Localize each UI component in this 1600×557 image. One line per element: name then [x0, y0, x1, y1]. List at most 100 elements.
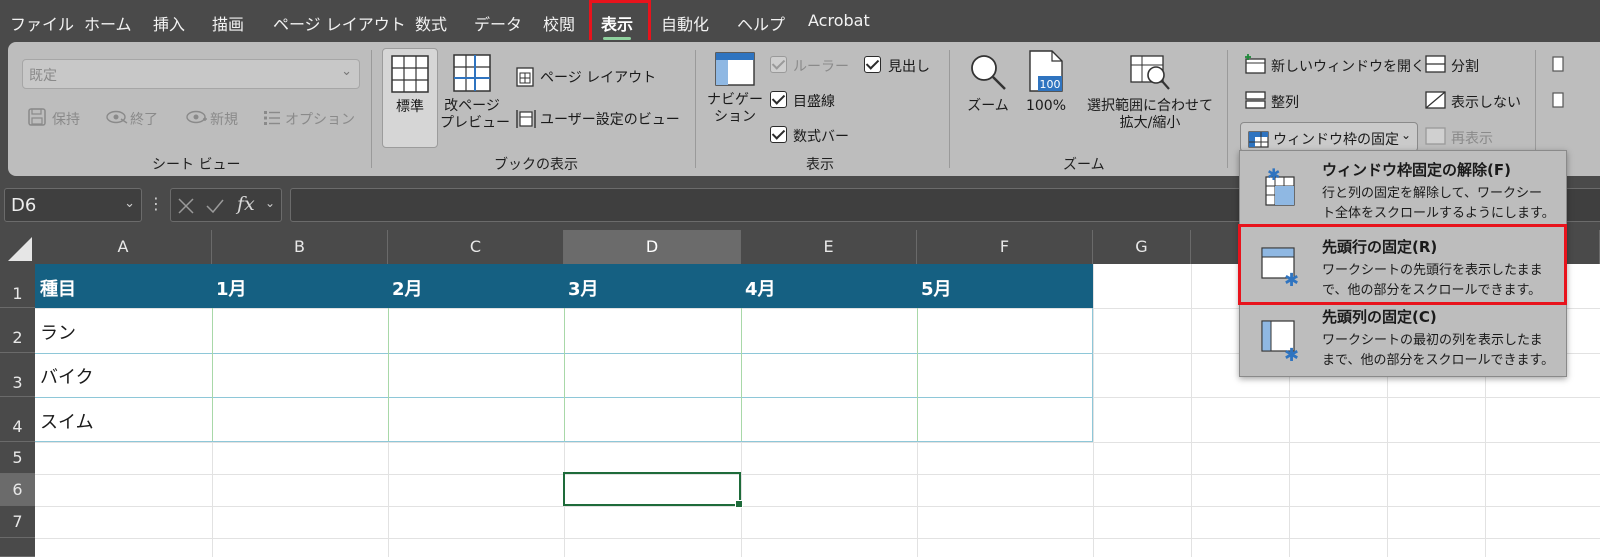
- more-options-icon[interactable]: ⋮: [148, 194, 164, 213]
- table-header-cell[interactable]: 4月: [745, 275, 776, 301]
- table-header-cell[interactable]: 1月: [216, 275, 247, 301]
- tab-insert[interactable]: 挿入: [153, 11, 185, 35]
- tab-view[interactable]: 表示: [601, 11, 633, 40]
- formula-controls: fx ⌄: [170, 188, 282, 222]
- gridlines-checkbox[interactable]: [770, 91, 787, 108]
- sheet-view-new[interactable]: 新規: [210, 109, 238, 129]
- options-list-icon: [264, 111, 280, 125]
- enter-check-icon[interactable]: [205, 197, 225, 215]
- menu-item-unfreeze-panes[interactable]: ✱ ウィンドウ枠固定の解除(F) 行と列の固定を解除して、ワークシー ト全体をス…: [1240, 151, 1566, 225]
- table-header-cell[interactable]: 5月: [921, 275, 952, 301]
- column-header-b[interactable]: B: [212, 230, 388, 264]
- unhide-window-icon: [1425, 127, 1446, 145]
- row-header-3[interactable]: 3: [0, 353, 35, 397]
- freeze-panes-menu: ✱ ウィンドウ枠固定の解除(F) 行と列の固定を解除して、ワークシー ト全体をス…: [1239, 150, 1567, 377]
- ruler-checkbox[interactable]: [770, 56, 787, 73]
- sheet-view-select[interactable]: 既定 ⌄: [22, 59, 360, 89]
- custom-views-button[interactable]: ユーザー設定のビュー: [540, 109, 680, 129]
- tab-formulas[interactable]: 数式: [415, 11, 447, 35]
- column-header-d[interactable]: D: [564, 230, 741, 264]
- row-header-7[interactable]: 7: [0, 506, 35, 538]
- cancel-icon[interactable]: [177, 197, 195, 215]
- zoom-to-selection-button[interactable]: 選択範囲に合わせて 拡大/縮小: [1080, 52, 1220, 148]
- column-header-g[interactable]: G: [1093, 230, 1191, 264]
- tab-acrobat[interactable]: Acrobat: [808, 11, 870, 30]
- gridline: [35, 506, 1600, 507]
- table-header-cell[interactable]: 種目: [40, 275, 76, 301]
- unhide-window-button[interactable]: 再表示: [1451, 128, 1493, 148]
- table-cell[interactable]: ラン: [40, 319, 76, 345]
- svg-text:✱: ✱: [1284, 345, 1299, 361]
- navigation-label-1: ナビゲー: [707, 91, 763, 108]
- sheet-view-exit[interactable]: 終了: [130, 109, 158, 129]
- sheet-view-keep[interactable]: 保持: [52, 109, 80, 129]
- table-border: [388, 308, 389, 441]
- table-header-cell[interactable]: 3月: [568, 275, 599, 301]
- table-header-cell[interactable]: 2月: [392, 275, 423, 301]
- page-break-preview-button[interactable]: 改ページ プレビュー: [440, 48, 510, 148]
- normal-view-button[interactable]: 標準: [382, 48, 438, 148]
- navigation-pane-icon: [715, 52, 755, 86]
- row-header-6[interactable]: 6: [0, 474, 35, 506]
- hide-window-icon: [1425, 91, 1446, 109]
- tab-automate[interactable]: 自動化: [661, 11, 709, 35]
- unfreeze-panes-desc: 行と列の固定を解除して、ワークシー: [1322, 186, 1542, 201]
- new-view-icon: [186, 110, 207, 124]
- zoom-button[interactable]: ズーム: [960, 52, 1016, 132]
- name-box-value: D6: [11, 195, 37, 216]
- table-cell[interactable]: バイク: [40, 363, 94, 389]
- table-border: [1092, 308, 1093, 441]
- unfreeze-panes-desc: ト全体をスクロールするようにします。: [1322, 206, 1555, 221]
- row-header-2[interactable]: 2: [0, 308, 35, 353]
- custom-views-icon: [516, 110, 536, 128]
- group-separator: [371, 50, 372, 168]
- tab-help[interactable]: ヘルプ: [737, 11, 785, 35]
- formula-bar-checkbox[interactable]: [770, 126, 787, 143]
- tab-review[interactable]: 校閲: [543, 11, 575, 35]
- chevron-down-icon: ⌄: [124, 196, 135, 211]
- chevron-down-icon: ⌄: [341, 64, 352, 79]
- select-all-button[interactable]: [0, 230, 35, 264]
- table-border: [35, 441, 1093, 442]
- row-header-1[interactable]: 1: [0, 264, 35, 308]
- navigation-button[interactable]: ナビゲー ション: [704, 52, 766, 148]
- freeze-first-column-icon: ✱: [1261, 320, 1299, 361]
- new-window-button[interactable]: 新しいウィンドウを開く: [1271, 56, 1425, 76]
- headings-checkbox[interactable]: [864, 56, 881, 73]
- active-cell-d6[interactable]: [563, 472, 743, 508]
- arrange-all-button[interactable]: 整列: [1271, 92, 1299, 112]
- save-icon: [28, 108, 46, 126]
- tab-page-layout[interactable]: ページ レイアウト: [273, 11, 406, 35]
- freeze-first-column-desc: ワークシートの最初の列を表示したま: [1322, 333, 1543, 348]
- column-header-c[interactable]: C: [388, 230, 564, 264]
- row-header-4[interactable]: 4: [0, 397, 35, 442]
- column-header-f[interactable]: F: [917, 230, 1093, 264]
- freeze-panes-button[interactable]: ウィンドウ枠の固定 ⌄: [1240, 122, 1418, 152]
- freeze-panes-icon: [1248, 131, 1269, 148]
- unfreeze-panes-title: ウィンドウ枠固定の解除(F): [1322, 161, 1511, 179]
- table-border: [741, 308, 742, 441]
- column-header-a[interactable]: A: [35, 230, 212, 264]
- arrange-all-icon: [1245, 91, 1266, 109]
- name-box[interactable]: D6 ⌄: [4, 188, 142, 222]
- gridline: [1093, 264, 1094, 557]
- freeze-top-row-desc: ワークシートの先頭行を表示したまま: [1322, 263, 1543, 278]
- tab-file[interactable]: ファイル: [10, 11, 74, 35]
- insert-function-icon[interactable]: fx: [237, 193, 255, 215]
- column-header-e[interactable]: E: [741, 230, 917, 264]
- menu-item-freeze-first-column[interactable]: ✱ 先頭列の固定(C) ワークシートの最初の列を表示したま まで、他の部分をスク…: [1240, 303, 1566, 377]
- split-button[interactable]: 分割: [1451, 56, 1479, 76]
- page-layout-view-button[interactable]: ページ レイアウト: [540, 67, 656, 87]
- table-cell[interactable]: スイム: [40, 408, 94, 434]
- page-break-icon: [453, 54, 491, 92]
- tab-data[interactable]: データ: [474, 11, 522, 35]
- sheet-view-options[interactable]: オプション: [285, 109, 355, 129]
- zoom-100-button[interactable]: 100 100%: [1018, 50, 1074, 132]
- tab-home[interactable]: ホーム: [84, 11, 132, 35]
- hide-window-button[interactable]: 表示しない: [1451, 92, 1521, 112]
- tab-draw[interactable]: 描画: [212, 11, 244, 35]
- chevron-down-icon: ⌄: [1401, 128, 1412, 142]
- freeze-panes-label: ウィンドウ枠の固定: [1273, 132, 1399, 148]
- row-header-5[interactable]: 5: [0, 442, 35, 474]
- menu-item-freeze-top-row[interactable]: ✱ 先頭行の固定(R) ワークシートの先頭行を表示したまま で、他の部分をスクロ…: [1240, 228, 1566, 302]
